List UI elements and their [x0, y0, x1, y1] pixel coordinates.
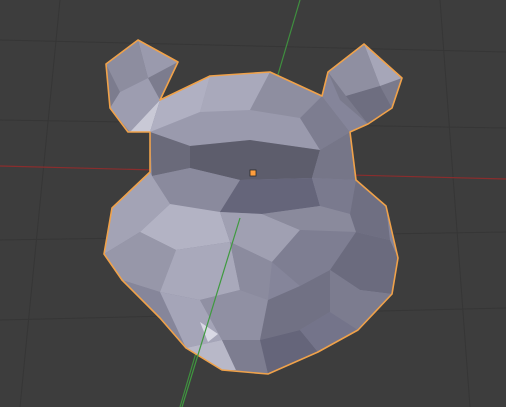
origin-marker-icon[interactable] [249, 169, 257, 177]
bear-head-mesh[interactable] [103, 39, 403, 375]
3d-viewport[interactable] [0, 0, 506, 407]
viewport-canvas[interactable] [0, 0, 506, 407]
